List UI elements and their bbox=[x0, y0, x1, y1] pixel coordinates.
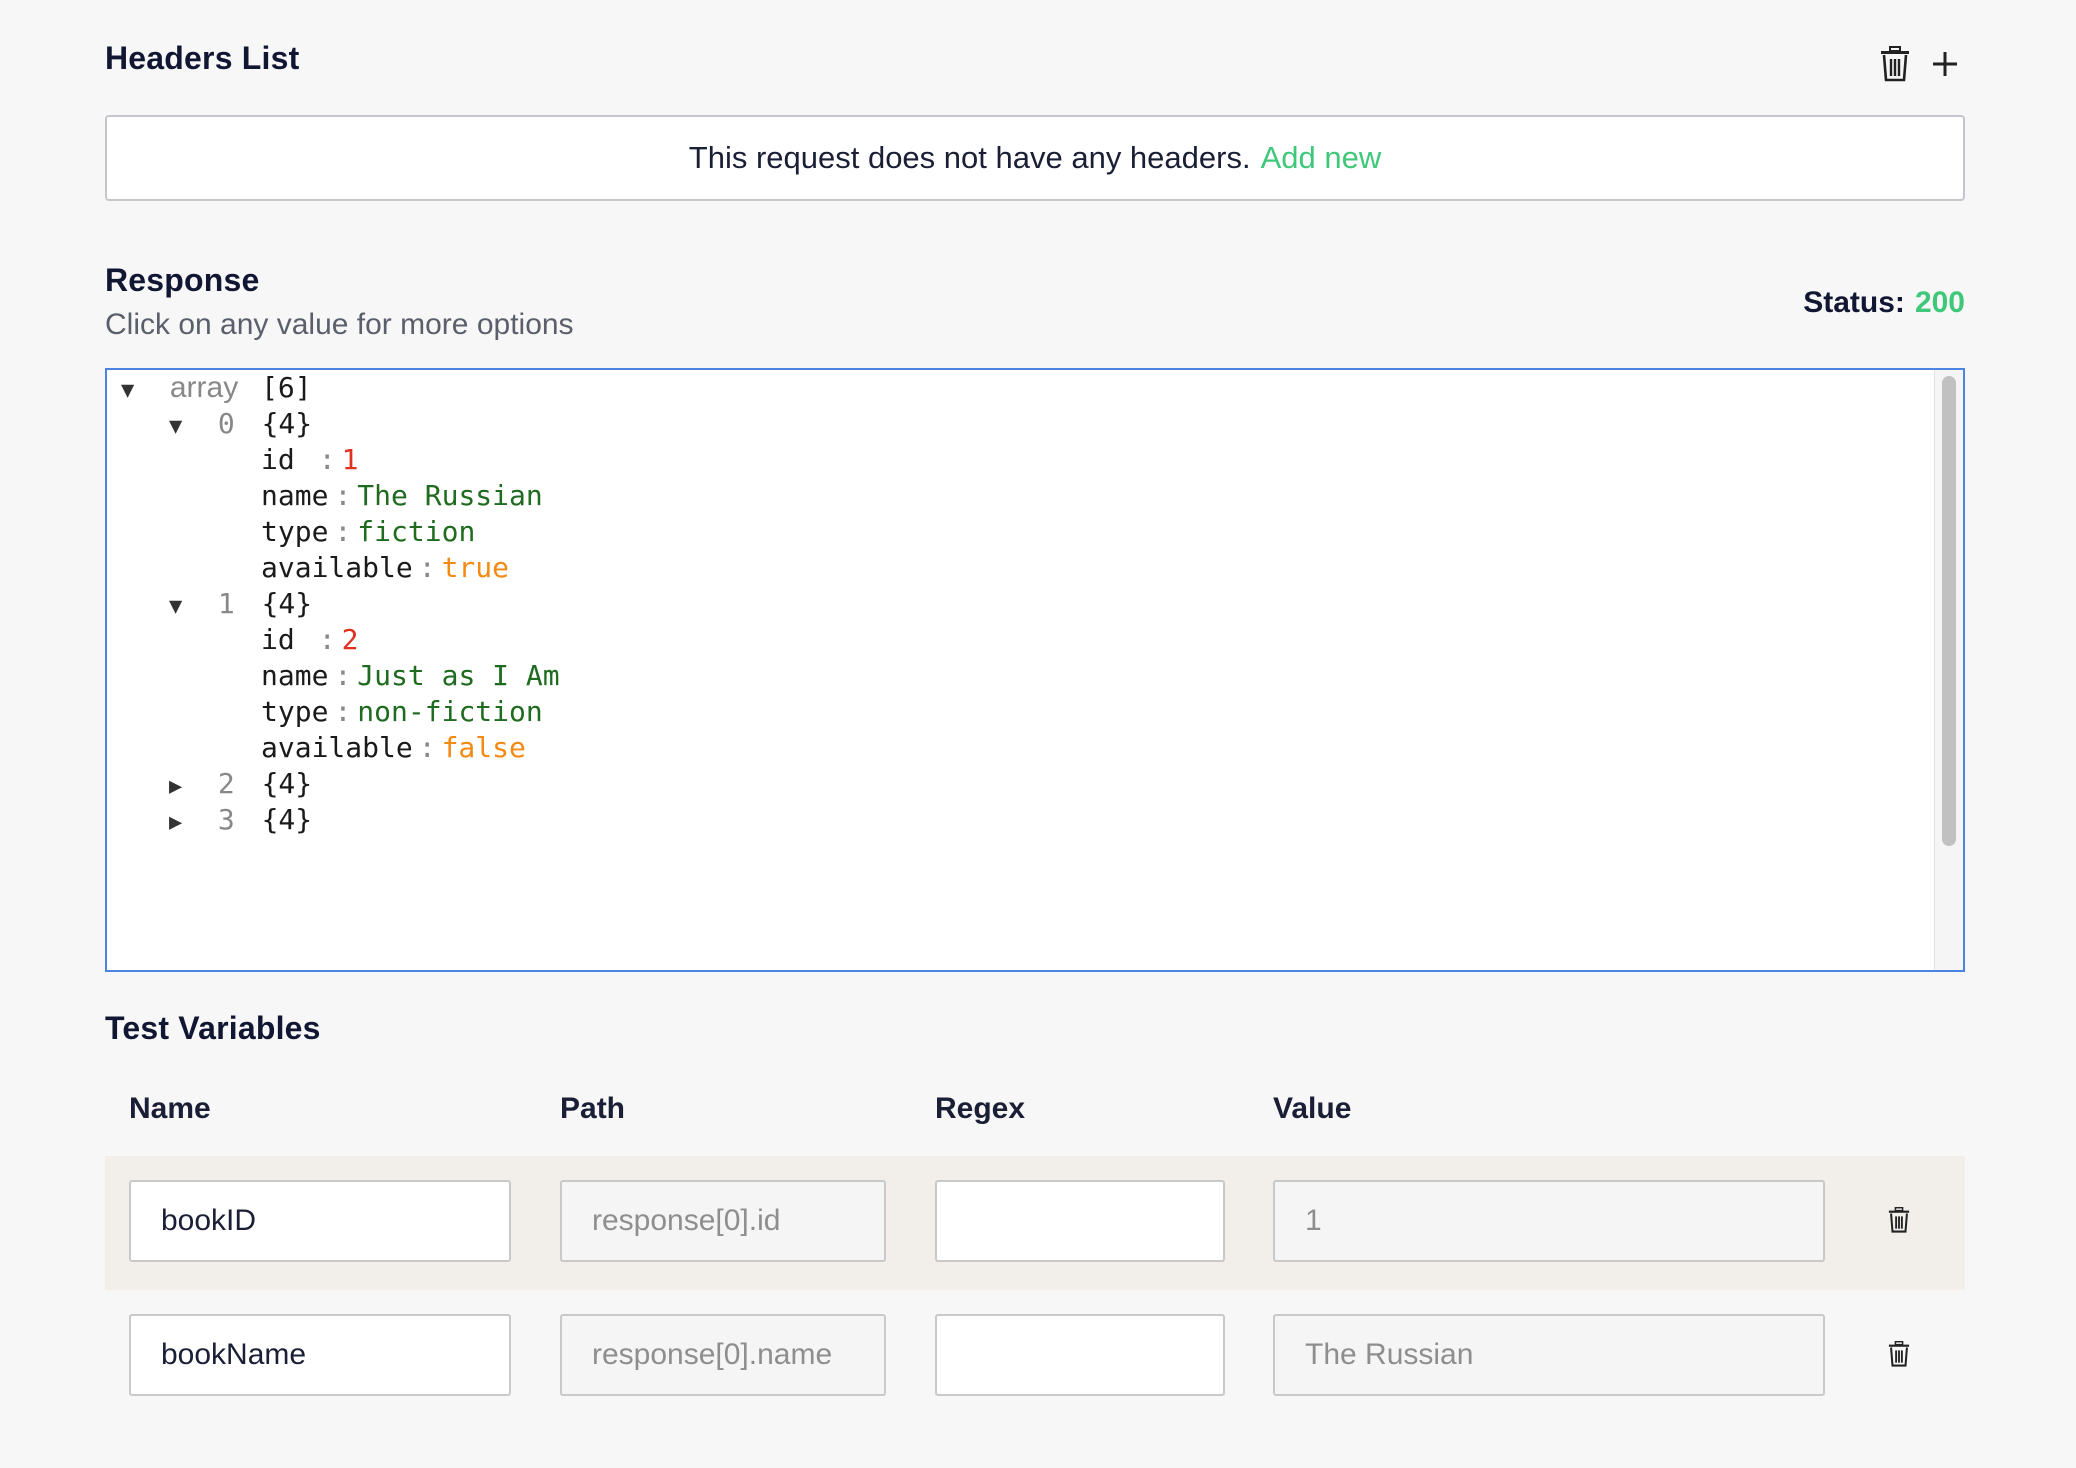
json-key: id bbox=[261, 443, 295, 476]
variable-path-input[interactable]: response[0].name bbox=[560, 1314, 886, 1396]
json-tree: ▼ array [6] ▼ 0 {4} id:1 name: The Russia… bbox=[107, 370, 1933, 970]
json-item-count: {4} bbox=[261, 407, 313, 440]
delete-headers-button[interactable] bbox=[1875, 44, 1915, 88]
variable-name-input[interactable]: bookName bbox=[129, 1314, 511, 1396]
test-variables-header-row: Name Path Regex Value bbox=[105, 1092, 1965, 1132]
json-field-row[interactable]: type: non-fiction bbox=[261, 692, 543, 732]
variable-name-input[interactable]: bookID bbox=[129, 1180, 511, 1262]
json-item-index: 0 bbox=[217, 407, 235, 440]
variable-value-field: 1 bbox=[1273, 1180, 1825, 1262]
trash-icon bbox=[1888, 1340, 1910, 1372]
caret-right-icon[interactable]: ▶ bbox=[169, 803, 193, 843]
response-header: Response Click on any value for more opt… bbox=[105, 262, 1965, 352]
json-field-row[interactable]: type: fiction bbox=[261, 512, 475, 552]
caret-down-icon[interactable]: ▼ bbox=[169, 587, 193, 627]
add-header-button[interactable] bbox=[1925, 44, 1965, 88]
json-key: type bbox=[261, 515, 329, 548]
json-item-count: {4} bbox=[261, 803, 313, 836]
json-value[interactable]: The Russian bbox=[357, 479, 542, 512]
json-value[interactable]: fiction bbox=[357, 515, 475, 548]
response-title: Response bbox=[105, 262, 260, 298]
add-new-header-link[interactable]: Add new bbox=[1261, 140, 1382, 176]
json-root-label: array bbox=[169, 371, 239, 404]
json-field-row[interactable]: available: true bbox=[261, 548, 509, 588]
json-value[interactable]: Just as I Am bbox=[357, 659, 559, 692]
status-label: Status: bbox=[1803, 286, 1905, 319]
column-header-regex: Regex bbox=[935, 1092, 1026, 1125]
json-item-index: 1 bbox=[217, 587, 235, 620]
json-key: available bbox=[261, 731, 413, 764]
json-key: available bbox=[261, 551, 413, 584]
column-header-name: Name bbox=[129, 1092, 211, 1125]
json-item-index: 2 bbox=[217, 767, 235, 800]
response-subtitle: Click on any value for more options bbox=[105, 308, 574, 341]
caret-down-icon[interactable]: ▼ bbox=[121, 371, 145, 411]
json-field-row[interactable]: available: false bbox=[261, 728, 526, 768]
table-row: bookID response[0].id 1 bbox=[105, 1156, 1965, 1290]
caret-down-icon[interactable]: ▼ bbox=[169, 407, 193, 447]
trash-icon bbox=[1880, 45, 1910, 87]
json-scrollbar-thumb[interactable] bbox=[1942, 376, 1956, 846]
json-key: type bbox=[261, 695, 329, 728]
column-header-value: Value bbox=[1273, 1092, 1352, 1125]
status-code: 200 bbox=[1914, 286, 1965, 319]
json-item-row[interactable]: ▼ 0 {4} bbox=[169, 404, 312, 444]
json-scrollbar[interactable] bbox=[1934, 370, 1963, 970]
json-value[interactable]: true bbox=[442, 551, 509, 584]
json-value[interactable]: false bbox=[442, 731, 526, 764]
json-root-row[interactable]: ▼ array [6] bbox=[121, 370, 312, 408]
json-field-row[interactable]: id:1 bbox=[261, 440, 358, 480]
headers-list-header: Headers List bbox=[105, 40, 1965, 90]
json-item-row[interactable]: ▶ 2 {4} bbox=[169, 764, 312, 804]
json-key: name bbox=[261, 479, 329, 512]
test-variables-title: Test Variables bbox=[105, 1010, 321, 1046]
variable-regex-input[interactable] bbox=[935, 1180, 1225, 1262]
column-header-path: Path bbox=[560, 1092, 626, 1125]
json-value[interactable]: 1 bbox=[342, 443, 359, 476]
variable-path-input[interactable]: response[0].id bbox=[560, 1180, 886, 1262]
trash-icon bbox=[1888, 1206, 1910, 1238]
delete-variable-button[interactable] bbox=[1881, 1204, 1917, 1240]
json-value[interactable]: 2 bbox=[342, 623, 359, 656]
json-item-count: {4} bbox=[261, 767, 313, 800]
json-field-row[interactable]: name: Just as I Am bbox=[261, 656, 560, 696]
json-field-row[interactable]: name: The Russian bbox=[261, 476, 543, 516]
json-item-row[interactable]: ▼ 1 {4} bbox=[169, 584, 312, 624]
json-field-row[interactable]: id:2 bbox=[261, 620, 358, 660]
variable-value-field: The Russian bbox=[1273, 1314, 1825, 1396]
delete-variable-button[interactable] bbox=[1881, 1338, 1917, 1374]
headers-empty-state: This request does not have any headers. … bbox=[105, 115, 1965, 201]
json-value[interactable]: non-fiction bbox=[357, 695, 542, 728]
headers-empty-text: This request does not have any headers. bbox=[688, 140, 1251, 175]
json-root-count: [6] bbox=[261, 371, 312, 404]
response-status: Status: 200 bbox=[1803, 286, 1965, 320]
json-item-count: {4} bbox=[261, 587, 313, 620]
json-item-index: 3 bbox=[217, 803, 235, 836]
headers-list-title: Headers List bbox=[105, 40, 300, 76]
variable-regex-input[interactable] bbox=[935, 1314, 1225, 1396]
json-key: name bbox=[261, 659, 329, 692]
response-json-viewer[interactable]: ▼ array [6] ▼ 0 {4} id:1 name: The Russia… bbox=[105, 368, 1965, 972]
table-row: bookName response[0].name The Russian bbox=[105, 1290, 1965, 1424]
plus-icon bbox=[1932, 51, 1958, 82]
json-key: id bbox=[261, 623, 295, 656]
json-item-row[interactable]: ▶ 3 {4} bbox=[169, 800, 312, 840]
